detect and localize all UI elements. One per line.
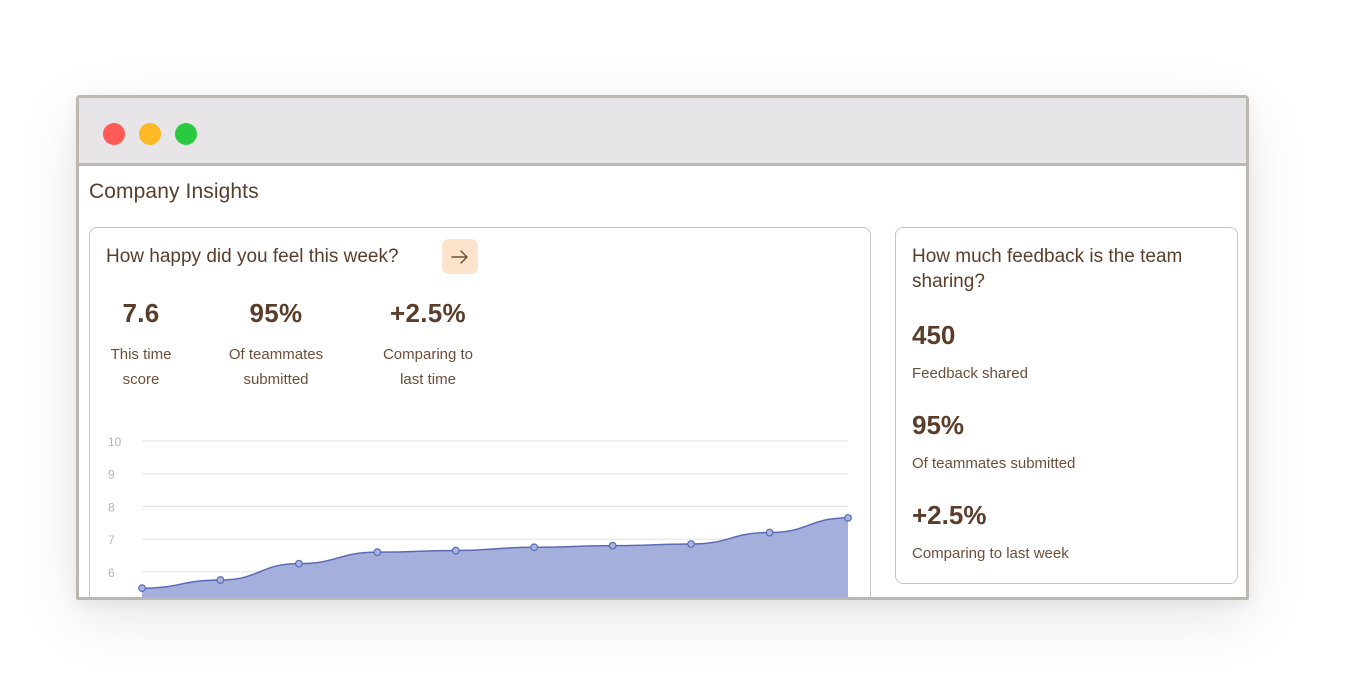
chart-area-fill [142, 517, 848, 597]
feedback-submitted-label: Of teammates submitted [912, 455, 1076, 472]
feedback-shared-stat: 450 Feedback shared [912, 320, 1028, 382]
open-happiness-button[interactable] [442, 239, 478, 274]
chart-point[interactable] [451, 546, 460, 555]
chart-point[interactable] [373, 548, 382, 557]
submitted-stat: 95% Of teammates submitted [215, 298, 337, 392]
page-title: Company Insights [89, 180, 259, 203]
submitted-label-line2: submitted [243, 371, 309, 388]
submitted-value: 95% [249, 298, 303, 328]
feedback-change-label: Comparing to last week [912, 545, 1069, 562]
arrow-right-icon [451, 249, 468, 264]
score-label-line1: This time [110, 346, 172, 363]
y-tick-label: 8 [108, 500, 115, 514]
score-value: 7.6 [122, 298, 160, 328]
feedback-question: How much feedback is the team sharing? [912, 246, 1183, 292]
chart-point[interactable] [608, 541, 617, 550]
chart-point[interactable] [294, 559, 303, 568]
title-bar [79, 98, 1246, 166]
happiness-card: How happy did you feel this week? 7.6 Th… [89, 227, 871, 597]
submitted-label-line1: Of teammates [228, 346, 324, 363]
happiness-question: How happy did you feel this week? [106, 246, 399, 267]
feedback-shared-value: 450 [912, 320, 956, 350]
feedback-submitted-stat: 95% Of teammates submitted [912, 410, 1075, 472]
y-tick-label: 6 [108, 566, 115, 580]
feedback-card: How much feedback is the team sharing? 4… [895, 227, 1238, 584]
change-value: +2.5% [390, 298, 466, 328]
minimize-window-button[interactable] [139, 123, 161, 145]
chart-point[interactable] [844, 513, 852, 522]
score-stat: 7.6 This time score [92, 298, 190, 392]
chart-point[interactable] [216, 576, 225, 584]
y-tick-label: 7 [108, 533, 115, 547]
close-window-button[interactable] [103, 123, 125, 145]
feedback-shared-label: Feedback shared [912, 365, 1028, 382]
feedback-change-stat: +2.5% Comparing to last week [912, 500, 1069, 562]
change-label-line1: Comparing to [382, 346, 474, 363]
happiness-area-chart: 10 9 8 7 6 [108, 435, 852, 597]
y-tick-label: 9 [108, 468, 115, 482]
chart-point[interactable] [765, 528, 774, 537]
browser-window: Company Insights How happy did you feel … [76, 95, 1249, 600]
chart-point[interactable] [530, 543, 539, 552]
feedback-change-value: +2.5% [912, 500, 987, 530]
change-stat: +2.5% Comparing to last time [365, 298, 491, 392]
change-label-line2: last time [400, 371, 456, 388]
feedback-submitted-value: 95% [912, 410, 965, 440]
score-label-line2: score [122, 371, 160, 388]
y-tick-label: 10 [108, 435, 122, 449]
chart-point[interactable] [138, 584, 146, 593]
maximize-window-button[interactable] [175, 123, 197, 145]
chart-point[interactable] [687, 540, 696, 548]
